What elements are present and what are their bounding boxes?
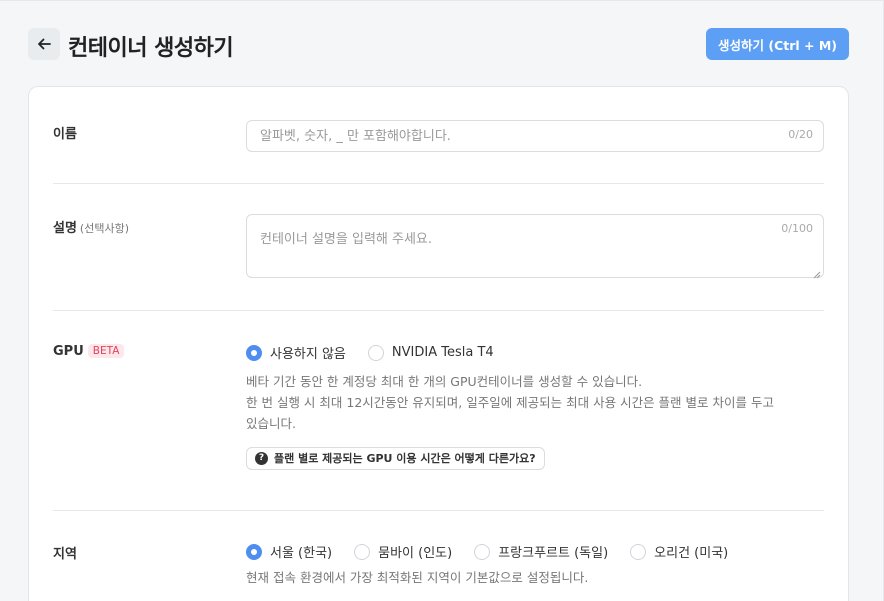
description-textarea[interactable] [246, 214, 824, 278]
gpu-option-label: NVIDIA Tesla T4 [391, 345, 494, 360]
gpu-plan-info-text: 플랜 별로 제공되는 GPU 이용 시간은 어떻게 다른가요? [274, 452, 536, 465]
gpu-label: GPU BETA [53, 344, 125, 359]
description-counter: 0/100 [781, 222, 813, 235]
gpu-info-wrap: ? 플랜 별로 제공되는 GPU 이용 시간은 어떻게 다른가요? [246, 445, 824, 470]
gpu-help-line: 있습니다. [246, 416, 296, 431]
description-label: 설명 (선택사항) [53, 217, 129, 236]
radio-checked-icon[interactable] [246, 344, 262, 361]
divider [53, 310, 824, 311]
gpu-label-text: GPU [53, 344, 84, 359]
top-border [0, 0, 884, 1]
region-option-seoul[interactable]: 서울 (한국) [246, 542, 332, 561]
radio-unchecked-icon[interactable] [354, 543, 371, 560]
gpu-options: 사용하지 않음 NVIDIA Tesla T4 베타 기간 동안 한 계정당 최… [246, 343, 824, 470]
form-card: 이름 0/20 설명(선택사항) 0/100 GPUBETA [28, 86, 849, 601]
divider [53, 510, 824, 511]
region-options: 서울 (한국) 뭄바이 (인도) 프랑크푸르트 (독일) 오리건 (미국) 현재… [246, 542, 824, 588]
radio-unchecked-icon[interactable] [474, 543, 491, 560]
name-input[interactable] [246, 120, 824, 152]
radio-unchecked-icon[interactable] [630, 543, 647, 560]
gpu-help-text: 베타 기간 동안 한 계정당 최대 한 개의 GPU컨테이너를 생성할 수 있습… [246, 371, 824, 434]
gpu-plan-info-link[interactable]: ? 플랜 별로 제공되는 GPU 이용 시간은 어떻게 다른가요? [246, 446, 545, 470]
gpu-radio-group: 사용하지 않음 NVIDIA Tesla T4 [246, 343, 824, 362]
resize-handle-icon[interactable] [813, 271, 821, 279]
gpu-help-line: 베타 기간 동안 한 계정당 최대 한 개의 GPU컨테이너를 생성할 수 있습… [246, 374, 643, 389]
name-field-wrap: 0/20 [246, 120, 824, 152]
description-label-text: 설명 [53, 221, 77, 236]
page-header: 컨테이너 생성하기 생성하기 (Ctrl + M) [28, 28, 849, 62]
description-label-optional: (선택사항) [79, 222, 129, 235]
name-label: 이름 [53, 127, 77, 142]
gpu-help-line: 한 번 실행 시 최대 12시간동안 유지되며, 일주일에 제공되는 최대 사용… [246, 395, 774, 410]
gpu-option-tesla-t4[interactable]: NVIDIA Tesla T4 [367, 344, 494, 361]
name-counter: 0/20 [788, 128, 813, 141]
divider [53, 183, 824, 184]
region-option-oregon[interactable]: 오리건 (미국) [630, 542, 728, 561]
beta-badge: BETA [87, 344, 125, 358]
question-circle-icon: ? [255, 451, 268, 465]
region-option-label: 오리건 (미국) [654, 546, 729, 561]
radio-unchecked-icon[interactable] [367, 344, 384, 361]
description-field-wrap: 0/100 [246, 214, 824, 282]
page-title: 컨테이너 생성하기 [68, 36, 234, 61]
region-option-mumbai[interactable]: 뭄바이 (인도) [354, 542, 452, 561]
back-button[interactable] [28, 28, 60, 60]
region-help-text: 현재 접속 환경에서 가장 최적화된 지역이 기본값으로 설정됩니다. [246, 570, 589, 585]
region-radio-group: 서울 (한국) 뭄바이 (인도) 프랑크푸르트 (독일) 오리건 (미국) [246, 542, 824, 561]
radio-checked-icon[interactable] [246, 543, 262, 560]
region-option-label: 서울 (한국) [270, 546, 333, 561]
gpu-option-none[interactable]: 사용하지 않음 [246, 343, 346, 362]
create-button[interactable]: 생성하기 (Ctrl + M) [706, 28, 849, 60]
region-label: 지역 [53, 547, 77, 562]
arrow-left-icon [38, 38, 51, 50]
region-option-label: 프랑크푸르트 (독일) [498, 546, 609, 561]
gpu-option-label: 사용하지 않음 [270, 347, 346, 362]
region-option-frankfurt[interactable]: 프랑크푸르트 (독일) [474, 542, 608, 561]
region-option-label: 뭄바이 (인도) [378, 546, 453, 561]
